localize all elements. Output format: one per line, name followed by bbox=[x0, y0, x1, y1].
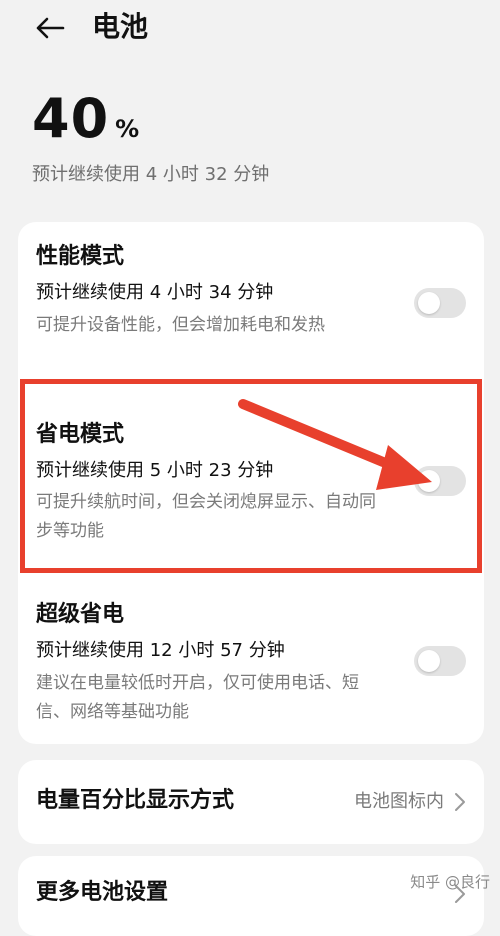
header: 电池 bbox=[0, 0, 500, 58]
chevron-right-icon bbox=[455, 793, 465, 811]
percentage-display-label: 电量百分比显示方式 bbox=[36, 788, 235, 813]
battery-percent-value: 40 bbox=[32, 87, 110, 150]
watermark: 知乎 @良行 bbox=[410, 873, 490, 891]
page-title: 电池 bbox=[92, 10, 149, 43]
toggle-knob bbox=[418, 292, 440, 314]
power-saving-mode-estimate: 预计继续使用 5 小时 23 分钟 bbox=[36, 460, 274, 481]
battery-percentage: 40 % bbox=[32, 86, 139, 152]
ultra-power-saving-title: 超级省电 bbox=[36, 602, 125, 627]
percentage-display-value: 电池图标内 bbox=[354, 791, 444, 812]
toggle-knob bbox=[418, 470, 440, 492]
back-arrow-icon bbox=[36, 17, 65, 39]
ultra-power-saving-toggle[interactable] bbox=[414, 646, 466, 676]
battery-percent-unit: % bbox=[115, 115, 140, 143]
power-modes-card: 性能模式 预计继续使用 4 小时 34 分钟 可提升设备性能，但会增加耗电和发热… bbox=[18, 222, 484, 744]
performance-mode-estimate: 预计继续使用 4 小时 34 分钟 bbox=[36, 282, 274, 303]
power-saving-mode-description: 可提升续航时间，但会关闭熄屏显示、自动同步等功能 bbox=[36, 492, 376, 541]
percentage-display-row[interactable]: 电量百分比显示方式 电池图标内 bbox=[18, 760, 484, 844]
more-battery-settings-row[interactable]: 更多电池设置 bbox=[18, 856, 484, 936]
battery-estimate: 预计继续使用 4 小时 32 分钟 bbox=[32, 164, 270, 185]
power-saving-mode-toggle[interactable] bbox=[414, 466, 466, 496]
performance-mode-row[interactable]: 性能模式 预计继续使用 4 小时 34 分钟 可提升设备性能，但会增加耗电和发热 bbox=[18, 222, 484, 377]
performance-mode-toggle[interactable] bbox=[414, 288, 466, 318]
ultra-power-saving-estimate: 预计继续使用 12 小时 57 分钟 bbox=[36, 640, 285, 661]
ultra-power-saving-description: 建议在电量较低时开启，仅可使用电话、短信、网络等基础功能 bbox=[36, 673, 359, 722]
power-saving-mode-title: 省电模式 bbox=[36, 422, 125, 447]
performance-mode-title: 性能模式 bbox=[36, 244, 125, 269]
ultra-power-saving-row[interactable]: 超级省电 预计继续使用 12 小时 57 分钟 建议在电量较低时开启，仅可使用电… bbox=[18, 584, 484, 744]
toggle-knob bbox=[418, 650, 440, 672]
performance-mode-description: 可提升设备性能，但会增加耗电和发热 bbox=[36, 315, 325, 335]
back-button[interactable] bbox=[28, 8, 72, 48]
power-saving-mode-row[interactable]: 省电模式 预计继续使用 5 小时 23 分钟 可提升续航时间，但会关闭熄屏显示、… bbox=[18, 402, 484, 557]
